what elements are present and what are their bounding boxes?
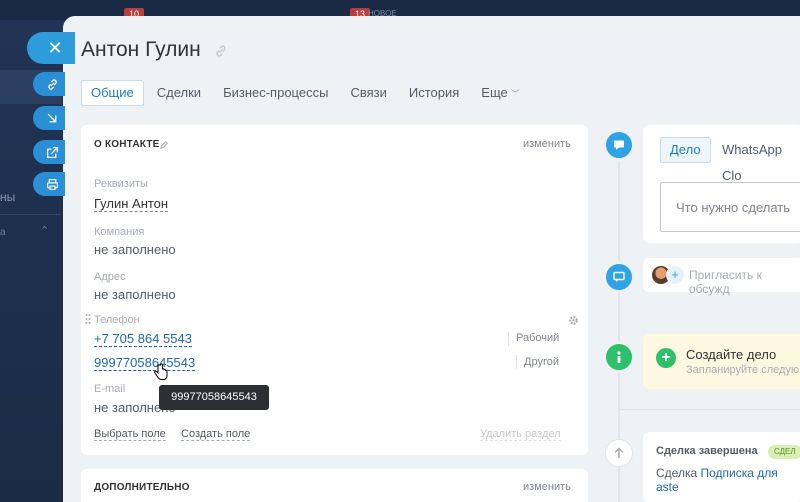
arrow-down-right-icon (47, 113, 56, 122)
about-contact-card: О КОНТАКТЕ изменить Реквизиты Гулин Анто… (81, 125, 588, 455)
phone-type: Другой (524, 356, 559, 368)
background-left-text: а (0, 227, 6, 238)
background-left-text: ны (0, 190, 16, 204)
tab-history[interactable]: История (400, 80, 468, 106)
section-title: ДОПОЛНИТЕЛЬНО (94, 482, 190, 493)
chevron-up-icon: ⌃ (40, 225, 50, 237)
edit-section-link[interactable]: изменить (523, 481, 571, 493)
external-link-icon (46, 146, 58, 158)
tab-more[interactable]: Еще ﹀ (472, 80, 528, 106)
background-left-divider (0, 214, 60, 215)
timeline-info-icon (603, 341, 635, 373)
chat-icon (613, 271, 625, 282)
deal-closed-text: Сделка Подписка для aste (656, 466, 800, 494)
plus-icon[interactable]: + (656, 348, 676, 368)
pencil-icon[interactable] (159, 140, 169, 150)
tab-links[interactable]: Связи (341, 80, 395, 106)
additional-card: ДОПОЛНИТЕЛЬНО изменить (81, 469, 588, 502)
phone-tooltip: 99977058645543 (159, 385, 269, 410)
create-field-link[interactable]: Создать поле (181, 428, 251, 441)
hand-cursor-icon (154, 363, 168, 380)
create-task-subtitle: Запланируйте следую (686, 364, 800, 376)
timeline-activity-icon (603, 129, 635, 161)
deal-closed-title: Сделка завершена (656, 445, 758, 457)
close-icon: ✕ (47, 37, 63, 58)
field-label: Адрес (94, 271, 126, 283)
link-icon[interactable] (214, 44, 228, 58)
print-button[interactable] (33, 172, 65, 196)
gear-icon[interactable] (568, 315, 579, 326)
field-label: Реквизиты (94, 178, 148, 190)
copy-link-button[interactable] (33, 72, 65, 96)
edit-section-link[interactable]: изменить (523, 138, 571, 150)
divider (516, 355, 517, 369)
divider (620, 409, 800, 410)
company-value[interactable]: не заполнено (94, 242, 176, 257)
add-participant-icon[interactable]: + (666, 266, 684, 284)
link-icon (47, 78, 57, 90)
divider (508, 332, 509, 346)
print-icon (46, 178, 58, 190)
tab-bar: Общие Сделки Бизнес-процессы Связи Истор… (81, 80, 533, 106)
tab-more-label: Еще (481, 85, 508, 100)
requisites-value[interactable]: Гулин Антон (94, 196, 169, 212)
phone-link[interactable]: 99977058645543 (94, 355, 196, 371)
timeline-arrow-icon (605, 439, 633, 467)
tab-whatsapp[interactable]: WhatsApp Clo (722, 137, 800, 183)
tab-general[interactable]: Общие (81, 80, 144, 106)
todo-placeholder: Что нужно сделать (676, 200, 790, 215)
delete-section-link[interactable]: Удалить раздел (480, 428, 561, 441)
create-task-title: Создайте дело (686, 347, 777, 362)
deal-closed-prefix: Сделка (656, 466, 698, 480)
tab-business-processes[interactable]: Бизнес-процессы (214, 80, 337, 106)
field-label: Телефон (94, 314, 140, 326)
page-title: Антон Гулин (81, 38, 201, 61)
arrow-up-icon (614, 447, 624, 458)
chevron-down-icon: ﹀ (510, 89, 520, 99)
select-field-link[interactable]: Выбрать поле (94, 428, 166, 441)
phone-link[interactable]: +7 705 864 5543 (94, 331, 192, 347)
tab-deals[interactable]: Сделки (148, 80, 210, 106)
tab-task[interactable]: Дело (660, 137, 711, 163)
phone-type: Рабочий (516, 332, 560, 344)
chat-icon (614, 140, 624, 150)
invite-discussion-text: Пригласить к обсужд (689, 268, 762, 296)
open-new-window-button[interactable] (33, 140, 65, 164)
timeline-comment-icon (603, 261, 635, 293)
section-title: О КОНТАКТЕ (94, 139, 160, 150)
field-label: Компания (94, 226, 145, 238)
minimize-button[interactable] (33, 106, 65, 130)
status-badge: СДЕЛ (768, 445, 800, 459)
drag-handle-icon[interactable] (85, 313, 91, 325)
address-value[interactable]: не заполнено (94, 287, 176, 302)
close-button[interactable]: ✕ (27, 32, 75, 64)
field-label: E-mail (94, 383, 126, 395)
info-icon (617, 351, 621, 363)
